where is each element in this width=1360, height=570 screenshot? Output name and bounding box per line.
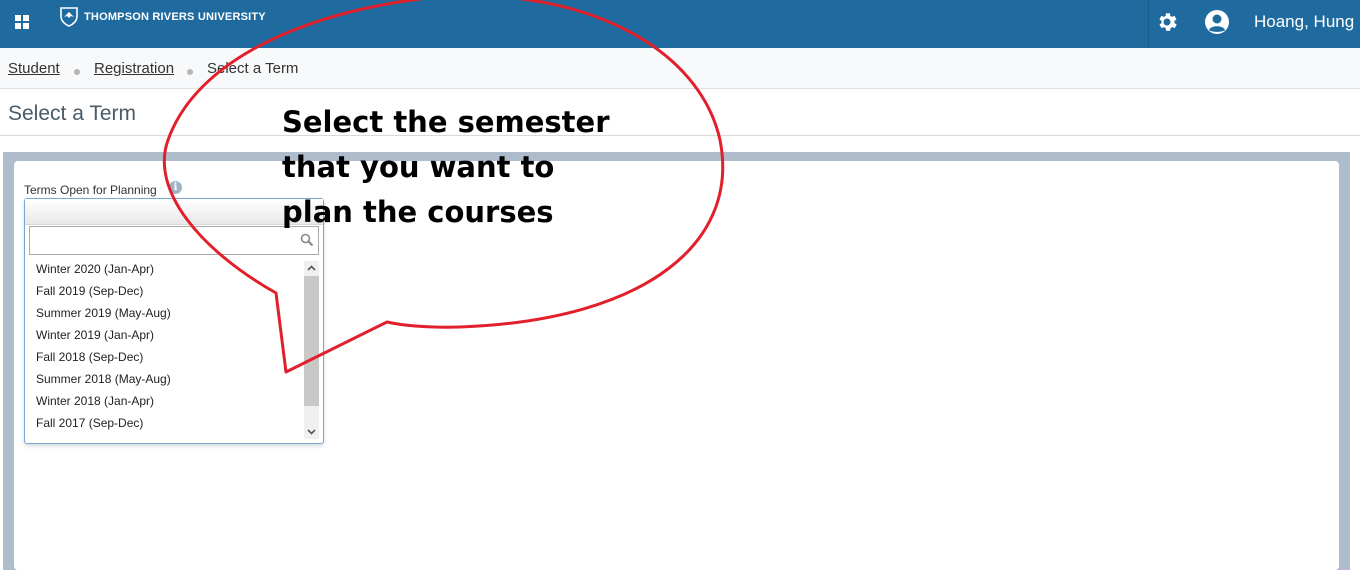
- gear-icon[interactable]: [1156, 10, 1180, 34]
- logo-text: THOMPSON RIVERS UNIVERSITY: [84, 11, 266, 23]
- username[interactable]: Hoang, Hung: [1254, 12, 1354, 32]
- term-option[interactable]: Winter 2020 (Jan-Apr): [25, 258, 305, 280]
- term-option[interactable]: Winter 2018 (Jan-Apr): [25, 390, 305, 412]
- breadcrumb-separator: [187, 69, 193, 75]
- terms-field-label: Terms Open for Planning: [24, 183, 157, 197]
- annotation-text: Select the semester that you want to pla…: [282, 105, 610, 229]
- options-scrollbar[interactable]: [304, 261, 319, 439]
- term-options-list: Winter 2020 (Jan-Apr) Fall 2019 (Sep-Dec…: [25, 258, 305, 440]
- scroll-down-icon[interactable]: [304, 425, 319, 439]
- info-icon[interactable]: i: [169, 181, 182, 194]
- shield-icon: [60, 7, 78, 27]
- term-select-dropdown[interactable]: Winter 2020 (Jan-Apr) Fall 2019 (Sep-Dec…: [24, 198, 324, 444]
- term-select-toggle[interactable]: [25, 199, 323, 225]
- university-logo[interactable]: THOMPSON RIVERS UNIVERSITY: [60, 7, 266, 27]
- breadcrumb: Student Registration Select a Term: [0, 48, 1360, 89]
- term-option[interactable]: Winter 2019 (Jan-Apr): [25, 324, 305, 346]
- header-divider: [1148, 0, 1149, 48]
- term-option[interactable]: Fall 2017 (Sep-Dec): [25, 412, 305, 434]
- breadcrumb-registration[interactable]: Registration: [94, 60, 174, 77]
- term-search-input[interactable]: [29, 226, 319, 255]
- term-option[interactable]: Summer 2019 (May-Aug): [25, 302, 305, 324]
- breadcrumb-current: Select a Term: [207, 60, 299, 77]
- breadcrumb-student[interactable]: Student: [8, 60, 60, 77]
- term-option[interactable]: Fall 2018 (Sep-Dec): [25, 346, 305, 368]
- top-header: THOMPSON RIVERS UNIVERSITY Hoang, Hung: [0, 0, 1360, 48]
- apps-grid-icon[interactable]: [15, 15, 29, 29]
- term-option[interactable]: Fall 2019 (Sep-Dec): [25, 280, 305, 302]
- user-avatar-icon[interactable]: [1204, 9, 1230, 35]
- page-title-bar: Select a Term: [0, 89, 1360, 136]
- scroll-up-icon[interactable]: [304, 261, 319, 275]
- term-option[interactable]: Summer 2018 (May-Aug): [25, 368, 305, 390]
- page-title: Select a Term: [8, 102, 136, 125]
- scrollbar-thumb[interactable]: [304, 276, 319, 406]
- breadcrumb-separator: [74, 69, 80, 75]
